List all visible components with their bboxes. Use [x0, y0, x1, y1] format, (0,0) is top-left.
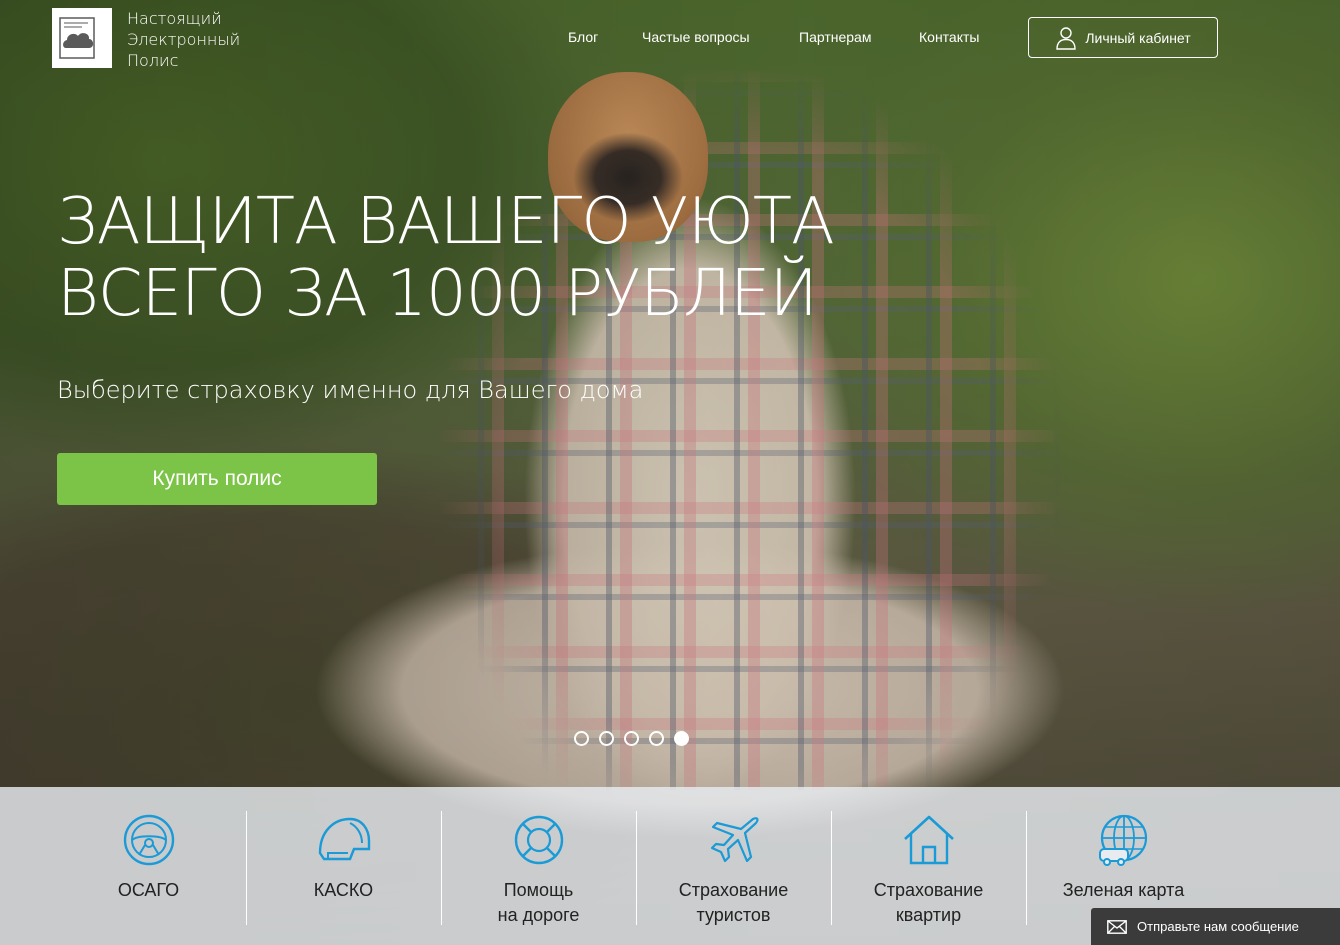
- airplane-icon: [707, 814, 761, 866]
- steering-wheel-icon: [122, 814, 176, 866]
- logo-text[interactable]: Настоящий Электронный Полис: [127, 8, 240, 71]
- house-icon: [902, 814, 956, 866]
- service-label: Зеленая карта: [1062, 880, 1185, 900]
- logo-line-1: Настоящий: [127, 9, 222, 28]
- slider-dot-1[interactable]: [574, 731, 589, 746]
- logo-line-2: Электронный: [127, 30, 241, 49]
- slider-dot-4[interactable]: [649, 731, 664, 746]
- service-kasko[interactable]: КАСКО: [246, 787, 441, 945]
- slider-dot-2[interactable]: [599, 731, 614, 746]
- nav-item-partners[interactable]: Партнерам: [799, 29, 871, 45]
- globe-car-icon: [1097, 814, 1151, 866]
- service-tourist-insurance[interactable]: Страхование туристов: [636, 787, 831, 945]
- user-icon: [1056, 26, 1077, 50]
- nav-item-blog[interactable]: Блог: [568, 29, 598, 45]
- hero-headline: ЗАЩИТА ВАШЕГО УЮТА ВСЕГО ЗА 1000 РУБЛЕЙ: [57, 185, 835, 331]
- slider-dot-5[interactable]: [674, 731, 689, 746]
- cloud-icon: [59, 17, 95, 59]
- service-osago[interactable]: ОСАГО: [51, 787, 246, 945]
- helmet-icon: [314, 814, 374, 866]
- service-label: Помощь на дороге: [497, 880, 580, 925]
- personal-account-label: Личный кабинет: [1085, 29, 1191, 46]
- lifebuoy-icon: [512, 814, 566, 866]
- nav-item-contacts[interactable]: Контакты: [919, 29, 979, 45]
- service-label: ОСАГО: [117, 880, 180, 900]
- hero-headline-line-1: ЗАЩИТА ВАШЕГО УЮТА: [57, 185, 835, 259]
- personal-account-button[interactable]: Личный кабинет: [1028, 17, 1218, 58]
- slider-dot-3[interactable]: [624, 731, 639, 746]
- service-label: КАСКО: [313, 880, 374, 900]
- hero-subline: Выберите страховку именно для Вашего дом…: [57, 376, 644, 404]
- buy-policy-button[interactable]: Купить полис: [57, 453, 377, 505]
- nav-item-faq[interactable]: Частые вопросы: [642, 29, 750, 45]
- send-message-label: Отправьте нам сообщение: [1137, 919, 1299, 934]
- service-label: Страхование квартир: [873, 880, 984, 925]
- slider-dots: [574, 731, 689, 746]
- service-apartment-insurance[interactable]: Страхование квартир: [831, 787, 1026, 945]
- logo-icon[interactable]: [52, 8, 112, 68]
- envelope-icon: [1107, 919, 1127, 934]
- hero-headline-line-2: ВСЕГО ЗА 1000 РУБЛЕЙ: [57, 257, 818, 331]
- logo-line-3: Полис: [127, 51, 179, 70]
- send-message-button[interactable]: Отправьте нам сообщение: [1091, 908, 1340, 945]
- service-label: Страхование туристов: [678, 880, 789, 925]
- service-roadside-help[interactable]: Помощь на дороге: [441, 787, 636, 945]
